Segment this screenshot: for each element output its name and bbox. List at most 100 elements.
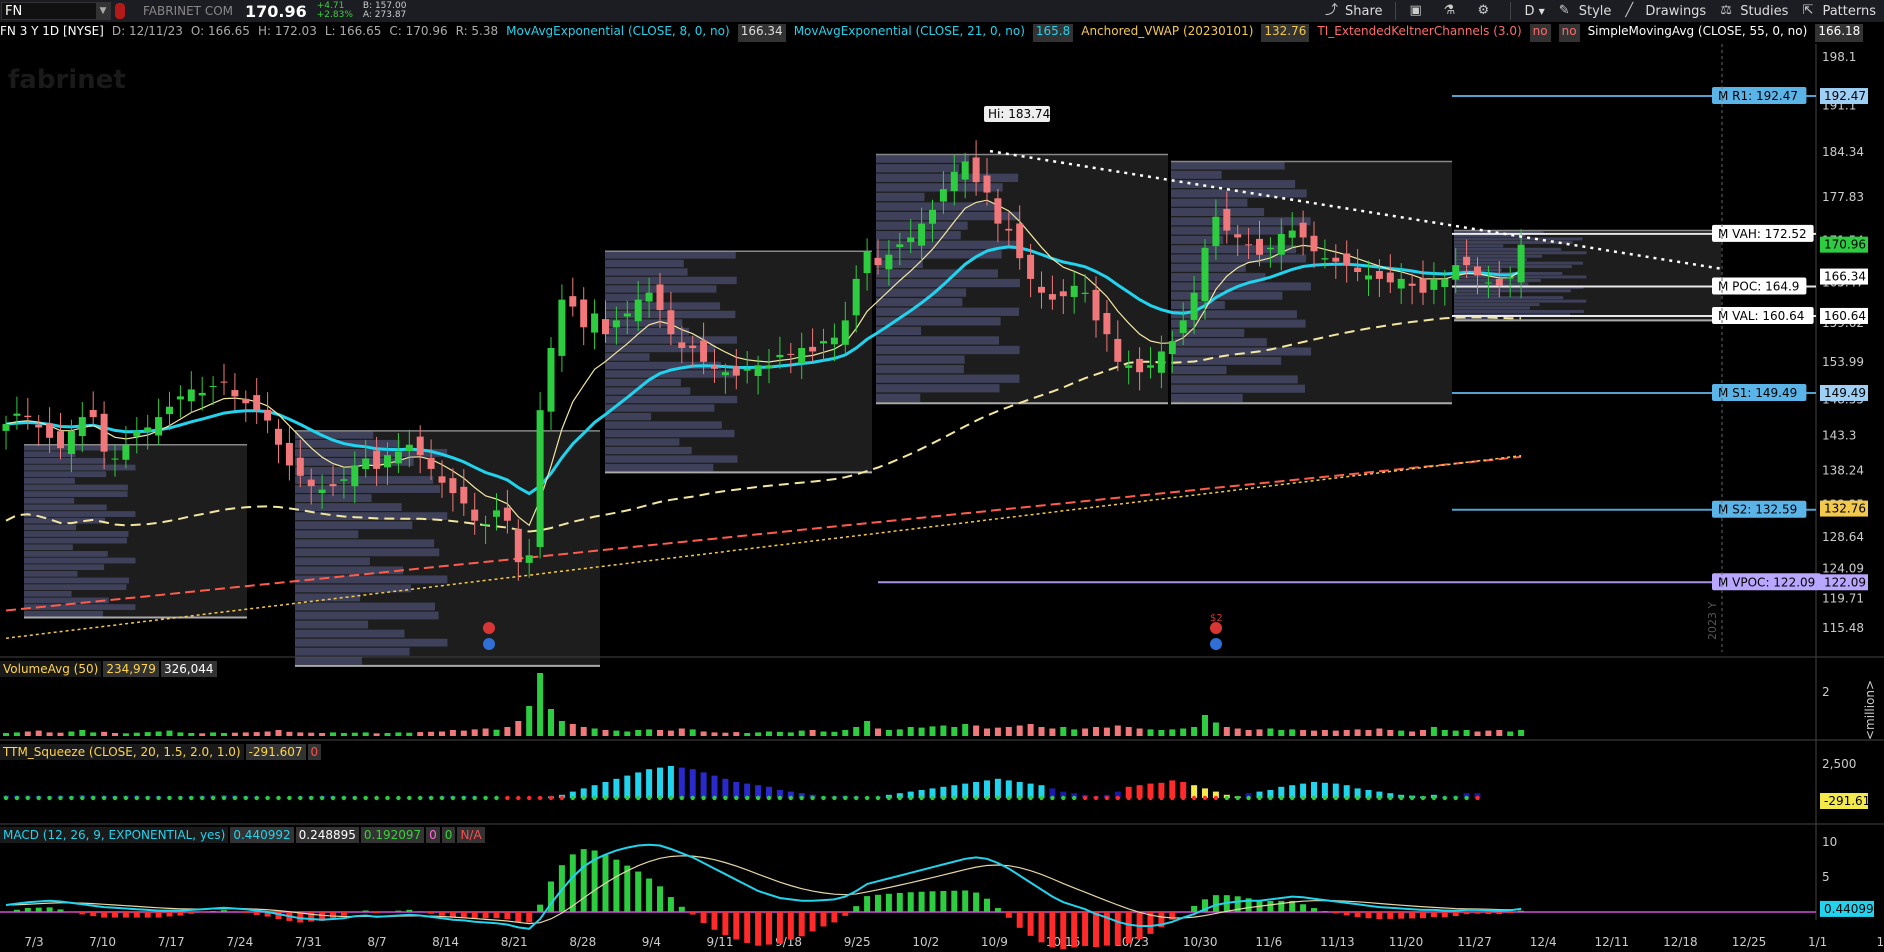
- volume-profile-bar: [24, 491, 128, 497]
- squeeze-dot: [265, 795, 270, 801]
- volume-bar: [984, 728, 990, 736]
- earnings-icon-aug: [483, 622, 495, 634]
- volume-bar: [24, 731, 31, 736]
- volume-bar: [918, 727, 925, 736]
- macd-histogram-bar: [449, 912, 456, 918]
- volume-bar: [1049, 728, 1056, 736]
- volume-bar: [46, 732, 53, 736]
- macd-histogram-bar: [1376, 912, 1383, 920]
- macd-histogram-bar: [155, 912, 162, 918]
- squeeze-study-label[interactable]: TTM_Squeeze (CLOSE, 20, 1.5, 2.0, 1.0): [0, 744, 244, 760]
- volume-bar: [1354, 729, 1361, 736]
- candle-body: [1048, 294, 1056, 300]
- date-tick-label: 8/14: [432, 935, 459, 949]
- squeeze-dot: [1191, 795, 1197, 801]
- candle-body: [743, 368, 751, 371]
- candle-body: [1332, 257, 1340, 262]
- volume-profile-bar: [1171, 338, 1267, 347]
- date-tick-label: 10/30: [1183, 935, 1218, 949]
- volume-bar: [1202, 715, 1208, 736]
- volume-profile-bar: [24, 570, 78, 577]
- volume-profile-bar: [1454, 247, 1562, 251]
- volume-bar: [646, 729, 653, 736]
- volume-bar: [1125, 727, 1132, 736]
- squeeze-dot: [352, 795, 357, 801]
- macd-histogram-bar: [624, 865, 631, 912]
- candle-body: [580, 299, 588, 328]
- squeeze-dot: [1213, 795, 1219, 801]
- volume-bar: [231, 732, 238, 736]
- squeeze-dot: [995, 795, 1001, 801]
- macd-histogram-bar: [722, 912, 729, 936]
- candle-body: [78, 417, 86, 437]
- volume-bar: [471, 729, 478, 736]
- macd-histogram-bar: [1332, 912, 1339, 914]
- macd-histogram-bar: [842, 912, 849, 916]
- squeeze-dot: [123, 795, 129, 801]
- macd-histogram-bar: [515, 912, 522, 923]
- volume-profile-bar: [876, 164, 960, 173]
- macd-study-label[interactable]: MACD (12, 26, 9, EXPONENTIAL, yes): [0, 827, 229, 843]
- squeeze-dot: [1388, 795, 1393, 801]
- candle-body: [569, 296, 577, 307]
- candle-body: [384, 455, 391, 468]
- candle-body: [950, 171, 958, 192]
- macd-histogram-bar: [1474, 912, 1481, 914]
- volume-profile-bar: [295, 521, 413, 530]
- squeeze-dot: [1028, 795, 1033, 801]
- price-tick-label: 184.34: [1822, 145, 1864, 159]
- volume-profile-bar: [295, 485, 440, 493]
- squeeze-dot: [1104, 795, 1110, 801]
- candle-body: [1463, 256, 1471, 266]
- squeeze-dot: [36, 795, 41, 801]
- volume-bar: [1300, 730, 1307, 736]
- candle-body: [1506, 277, 1514, 279]
- volume-profile-bar: [876, 384, 1000, 393]
- squeeze-bar: [1158, 782, 1165, 798]
- price-tick-label: 143.3: [1822, 429, 1856, 443]
- squeeze-dot: [755, 795, 761, 801]
- squeeze-dot: [101, 795, 107, 801]
- volume-profile-bar: [295, 530, 359, 539]
- macd-histogram-bar: [787, 912, 794, 940]
- volume-bar: [406, 732, 413, 736]
- volume-bar: [68, 731, 75, 736]
- macd-histogram-bar: [1365, 912, 1372, 919]
- squeeze-dot: [505, 795, 510, 801]
- volume-bar: [951, 727, 958, 736]
- volume-bar: [515, 721, 522, 736]
- macd-histogram-bar: [929, 891, 936, 912]
- macd-histogram-bar: [1060, 912, 1067, 950]
- volume-profile-bar: [1454, 299, 1587, 303]
- candle-body: [918, 223, 926, 246]
- volume-profile-bar: [876, 374, 1020, 383]
- price-chart[interactable]: fabrinet M R1: 192.47 M VAH: 172.52 M POC: …: [0, 0, 1884, 952]
- volume-bar: [3, 733, 9, 736]
- volume-bar: [1332, 730, 1339, 736]
- volume-profile-bar: [24, 577, 129, 584]
- price-tag: 132.76: [1824, 502, 1866, 516]
- volume-bar: [744, 733, 751, 736]
- volume-bar: [1136, 728, 1143, 736]
- volume-avg-value: 234,979: [103, 661, 159, 677]
- dividend-icon: [1210, 638, 1222, 650]
- volume-profile-bar: [876, 173, 1019, 182]
- candle-body: [994, 198, 1002, 224]
- date-tick-label: 8/21: [501, 935, 528, 949]
- candle-body: [732, 366, 740, 376]
- squeeze-dot: [287, 795, 292, 801]
- squeeze-bar: [984, 780, 990, 798]
- macd-signal-line: [5, 855, 1522, 925]
- squeeze-dot: [690, 795, 695, 801]
- macd-histogram-bar: [1452, 912, 1459, 917]
- volume-profile-bar: [1171, 245, 1297, 254]
- candle-body: [1375, 270, 1383, 279]
- candle-body: [460, 486, 468, 504]
- squeeze-dot: [418, 795, 423, 801]
- volume-study-label[interactable]: VolumeAvg (50): [0, 661, 102, 677]
- squeeze-dot: [952, 795, 957, 801]
- macd-histogram-bar: [875, 894, 881, 912]
- volume-unit-label: <million>: [1863, 680, 1877, 740]
- volume-bar: [602, 730, 609, 736]
- squeeze-dot: [439, 795, 445, 801]
